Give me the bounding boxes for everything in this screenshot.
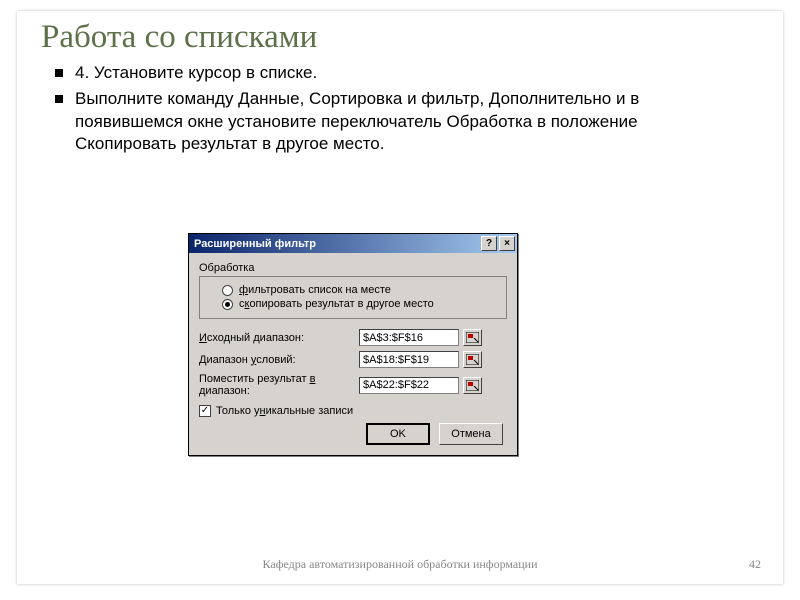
group-label: Обработка bbox=[199, 262, 507, 274]
help-button[interactable]: ? bbox=[481, 236, 497, 251]
dialog-body: Обработка фильтровать список на месте ск… bbox=[189, 253, 517, 455]
range-picker-icon bbox=[466, 380, 479, 391]
slide-title: Работа со списками bbox=[17, 11, 783, 56]
checkbox-icon: ✓ bbox=[199, 405, 211, 417]
unique-records-checkbox[interactable]: ✓ Только уникальные записи bbox=[199, 405, 507, 417]
copy-to-range-input[interactable] bbox=[359, 377, 459, 394]
source-range-input[interactable] bbox=[359, 329, 459, 346]
range-picker-icon bbox=[466, 332, 479, 343]
row-copy-to-range: Поместить результат в диапазон: bbox=[199, 373, 507, 397]
radio-copy-elsewhere[interactable]: скопировать результат в другое место bbox=[222, 298, 500, 310]
range-picker-button[interactable] bbox=[463, 351, 482, 368]
field-label: Исходный диапазон: bbox=[199, 332, 359, 344]
radio-icon bbox=[222, 299, 233, 310]
checkbox-label: Только уникальные записи bbox=[216, 405, 353, 417]
bullet-item: 4. Установите курсор в списке. bbox=[55, 62, 783, 84]
processing-group: фильтровать список на месте скопировать … bbox=[199, 276, 507, 319]
slide-footer: Кафедра автоматизированной обработки инф… bbox=[17, 557, 783, 572]
page-number: 42 bbox=[749, 557, 761, 572]
close-icon: × bbox=[504, 238, 510, 249]
close-button[interactable]: × bbox=[499, 236, 515, 251]
ok-button[interactable]: OK bbox=[366, 423, 430, 445]
range-picker-button[interactable] bbox=[463, 329, 482, 346]
bullet-item: Выполните команду Данные, Сортировка и ф… bbox=[55, 88, 783, 155]
radio-filter-in-place[interactable]: фильтровать список на месте bbox=[222, 284, 500, 296]
dialog-titlebar[interactable]: Расширенный фильтр ? × bbox=[189, 234, 517, 253]
radio-label: фильтровать список на месте bbox=[239, 284, 391, 296]
row-source-range: Исходный диапазон: bbox=[199, 329, 507, 346]
range-picker-icon bbox=[466, 354, 479, 365]
row-criteria-range: Диапазон условий: bbox=[199, 351, 507, 368]
bullet-text: Выполните команду Данные, Сортировка и ф… bbox=[75, 88, 695, 155]
range-picker-button[interactable] bbox=[463, 377, 482, 394]
help-icon: ? bbox=[486, 238, 492, 249]
bullet-marker bbox=[55, 95, 63, 103]
radio-label: скопировать результат в другое место bbox=[239, 298, 434, 310]
criteria-range-input[interactable] bbox=[359, 351, 459, 368]
bullet-text: 4. Установите курсор в списке. bbox=[75, 62, 317, 84]
bullet-list: 4. Установите курсор в списке. Выполните… bbox=[55, 62, 783, 156]
field-label: Поместить результат в диапазон: bbox=[199, 373, 359, 397]
field-label: Диапазон условий: bbox=[199, 354, 359, 366]
slide: Работа со списками 4. Установите курсор … bbox=[17, 11, 783, 584]
bullet-marker bbox=[55, 69, 63, 77]
button-row: OK Отмена bbox=[199, 417, 507, 445]
radio-icon bbox=[222, 285, 233, 296]
dialog-title: Расширенный фильтр bbox=[194, 238, 479, 250]
advanced-filter-dialog: Расширенный фильтр ? × Обработка фильтро… bbox=[188, 233, 518, 456]
cancel-button[interactable]: Отмена bbox=[439, 423, 503, 445]
